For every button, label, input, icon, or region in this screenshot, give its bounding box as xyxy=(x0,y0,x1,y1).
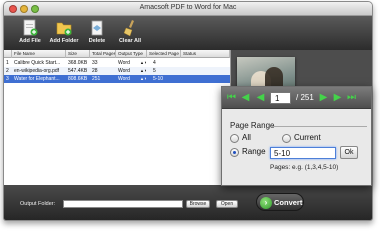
range-input[interactable]: 5-10 xyxy=(270,147,336,159)
file-name: Water for Elephant... xyxy=(14,76,60,82)
current-radio[interactable] xyxy=(282,134,291,143)
file-list[interactable]: File Name Size Total Pages Output Type S… xyxy=(4,50,230,185)
clear-all-label: Clear All xyxy=(118,38,142,44)
add-folder-label: Add Folder xyxy=(49,38,79,44)
total-pages: 28 xyxy=(92,68,98,74)
table-row[interactable]: 2 en-wikipedia-org.pdf 547.4KB 28 Word ▲… xyxy=(4,67,230,75)
ok-button[interactable]: Ok xyxy=(340,146,358,159)
selected-page[interactable]: 4 xyxy=(151,59,181,67)
add-file-button[interactable]: Add File xyxy=(14,19,46,49)
clear-all-icon xyxy=(123,20,134,36)
convert-label: Convert xyxy=(274,198,303,207)
range-hint: Pages: e.g. (1,3,4,5-10) xyxy=(270,164,339,171)
column-header-output-type[interactable]: Output Type xyxy=(116,50,147,58)
add-folder-icon xyxy=(56,22,72,36)
page-range-callout: ⏮ ◀ ◀ 1 / 251 ▶ ▶ ⏭ Page Range All Curre… xyxy=(221,86,372,186)
next-page-icon[interactable]: ▶ xyxy=(332,92,343,104)
total-pages: 33 xyxy=(92,60,98,66)
browse-button[interactable]: Browse xyxy=(186,200,210,208)
add-file-label: Add File xyxy=(19,38,41,44)
table-row[interactable]: 3 Water for Elephant... 808.6KB 251 Word… xyxy=(4,75,230,83)
column-header-selected-page[interactable]: Selected Page xyxy=(147,50,181,58)
previous-page-icon[interactable]: ◀ xyxy=(240,92,251,104)
output-folder-label: Output Folder: xyxy=(20,201,56,207)
page-range-group: Page Range All Current Range 5-10 Ok Pag… xyxy=(226,117,367,183)
clear-all-button[interactable]: Clear All xyxy=(114,19,146,49)
row-number: 1 xyxy=(6,60,9,66)
selected-page[interactable]: 5-10 xyxy=(151,75,181,83)
title-bar: Amacsoft PDF to Word for Mac xyxy=(4,2,372,16)
last-page-icon[interactable]: ⏭ xyxy=(346,92,357,104)
row-number: 2 xyxy=(6,68,9,74)
file-size: 368.0KB xyxy=(68,60,88,66)
column-header-total-pages[interactable]: Total Pages xyxy=(90,50,116,58)
delete-button[interactable]: Delete xyxy=(81,19,113,49)
output-type-stepper-icon[interactable]: ▲▼ xyxy=(138,75,146,83)
table-header: File Name Size Total Pages Output Type S… xyxy=(4,50,230,58)
all-radio[interactable] xyxy=(230,134,239,143)
range-label: Range xyxy=(242,147,266,156)
status xyxy=(181,75,230,83)
output-type-stepper-icon[interactable]: ▲▼ xyxy=(138,59,146,67)
file-size: 547.4KB xyxy=(68,68,88,74)
total-pages-label: / 251 xyxy=(296,93,314,102)
column-header-index[interactable] xyxy=(4,50,12,58)
bottom-bar: Output Folder: Browse Open › Convert xyxy=(4,185,372,220)
first-page-icon[interactable]: ⏮ xyxy=(226,92,237,104)
divider xyxy=(272,126,367,127)
delete-label: Delete xyxy=(88,38,106,44)
status xyxy=(181,59,230,67)
toolbar: Add File Add Folder Delete Clear All xyxy=(4,16,372,50)
row-number: 3 xyxy=(6,76,9,82)
page-range-title: Page Range xyxy=(230,121,275,130)
all-label: All xyxy=(242,133,251,142)
output-type-select[interactable]: Word xyxy=(116,59,138,67)
convert-button[interactable]: › Convert xyxy=(256,193,304,211)
current-label: Current xyxy=(294,133,321,142)
open-button[interactable]: Open xyxy=(216,200,238,208)
status xyxy=(181,67,230,75)
output-type-select[interactable]: Word xyxy=(116,75,138,83)
range-radio[interactable] xyxy=(230,148,239,157)
selected-page[interactable]: 5 xyxy=(151,67,181,75)
column-header-status[interactable]: Status xyxy=(181,50,230,58)
add-folder-button[interactable]: Add Folder xyxy=(48,19,80,49)
page-navigation-bar: ⏮ ◀ ◀ 1 / 251 ▶ ▶ ⏭ xyxy=(222,87,371,109)
previous-icon[interactable]: ◀ xyxy=(255,92,266,104)
next-icon[interactable]: ▶ xyxy=(318,92,329,104)
column-header-size[interactable]: Size xyxy=(66,50,90,58)
output-type-select[interactable]: Word xyxy=(116,67,138,75)
output-type-stepper-icon[interactable]: ▲▼ xyxy=(138,67,146,75)
total-pages: 251 xyxy=(92,76,101,82)
file-name: en-wikipedia-org.pdf xyxy=(14,68,60,74)
file-name: Calibre Quick Start... xyxy=(14,60,61,66)
add-file-icon xyxy=(23,19,38,36)
delete-icon xyxy=(91,20,103,36)
table-row[interactable]: 1 Calibre Quick Start... 368.0KB 33 Word… xyxy=(4,59,230,67)
convert-arrow-icon: › xyxy=(260,197,272,209)
file-size: 808.6KB xyxy=(68,76,88,82)
window-title: Amacsoft PDF to Word for Mac xyxy=(139,4,237,11)
column-header-file-name[interactable]: File Name xyxy=(12,50,66,58)
output-folder-field[interactable] xyxy=(63,200,183,208)
current-page-input[interactable]: 1 xyxy=(270,92,291,104)
